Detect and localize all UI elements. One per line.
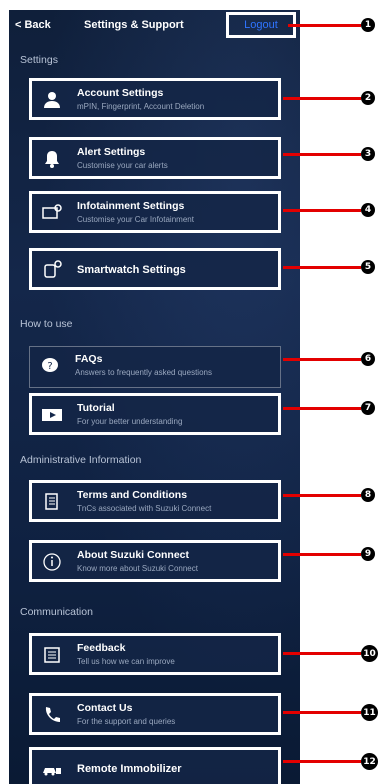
card-subtitle: Customise your car alerts — [77, 161, 168, 170]
card-title: Alert Settings — [77, 146, 146, 158]
card-title: Remote Immobilizer — [77, 763, 182, 775]
callout-line — [283, 266, 361, 269]
callout-line — [283, 153, 361, 156]
callout-line — [283, 553, 361, 556]
callout-line — [283, 358, 361, 361]
callout-line — [283, 97, 361, 100]
card-title: Tutorial — [77, 402, 115, 414]
callout-badge: 6 — [361, 352, 375, 366]
svg-text:?: ? — [47, 361, 52, 372]
callout-badge: 1 — [361, 18, 375, 32]
alert-settings-card[interactable]: Alert Settings Customise your car alerts — [29, 137, 281, 179]
callout-line — [283, 494, 361, 497]
bell-icon — [42, 149, 62, 169]
card-subtitle: For the support and queries — [77, 717, 176, 726]
info-icon — [42, 552, 62, 572]
account-settings-card[interactable]: Account Settings mPIN, Fingerprint, Acco… — [29, 78, 281, 120]
feedback-card[interactable]: Feedback Tell us how we can improve — [29, 633, 281, 675]
infotainment-icon — [42, 203, 62, 223]
callout-badge: 3 — [361, 147, 375, 161]
about-card[interactable]: About Suzuki Connect Know more about Suz… — [29, 540, 281, 582]
section-communication: Communication — [20, 606, 93, 618]
car-lock-icon — [42, 759, 62, 779]
callout-badge: 8 — [361, 488, 375, 502]
card-title: Account Settings — [77, 87, 164, 99]
card-title: Contact Us — [77, 702, 133, 714]
faq-icon: ? — [40, 356, 60, 376]
callout-line — [283, 652, 361, 655]
infotainment-settings-card[interactable]: Infotainment Settings Customise your Car… — [29, 191, 281, 233]
callout-line — [288, 24, 361, 27]
contact-card[interactable]: Contact Us For the support and queries — [29, 693, 281, 735]
callout-badge: 10 — [361, 645, 378, 662]
document-icon — [42, 492, 62, 512]
back-button[interactable]: < Back — [15, 19, 51, 31]
app-screen: < Back Settings & Support Logout Setting… — [9, 10, 300, 784]
callout-line — [283, 760, 361, 763]
card-title: FAQs — [75, 353, 103, 365]
callout-badge: 4 — [361, 203, 375, 217]
callout-badge: 7 — [361, 401, 375, 415]
feedback-icon — [42, 645, 62, 665]
callout-badge: 9 — [361, 547, 375, 561]
page-title: Settings & Support — [84, 19, 184, 31]
header-bar: < Back Settings & Support Logout — [9, 10, 300, 40]
card-subtitle: Answers to frequently asked questions — [75, 368, 212, 377]
card-title: Terms and Conditions — [77, 489, 188, 501]
card-title: Infotainment Settings — [77, 200, 185, 212]
card-title: Smartwatch Settings — [77, 264, 186, 276]
card-subtitle: For your better understanding — [77, 417, 183, 426]
phone-icon — [42, 705, 62, 725]
tutorial-card[interactable]: Tutorial For your better understanding — [29, 393, 281, 435]
callout-badge: 5 — [361, 260, 375, 274]
callout-line — [283, 209, 361, 212]
callout-badge: 11 — [361, 704, 378, 721]
callout-badge: 12 — [361, 753, 378, 770]
card-subtitle: Tell us how we can improve — [77, 657, 175, 666]
account-icon — [42, 90, 62, 110]
terms-card[interactable]: Terms and Conditions TnCs associated wit… — [29, 480, 281, 522]
card-subtitle: mPIN, Fingerprint, Account Deletion — [77, 102, 205, 111]
callout-badge: 2 — [361, 91, 375, 105]
smartwatch-settings-card[interactable]: Smartwatch Settings — [29, 248, 281, 290]
card-title: About Suzuki Connect — [77, 549, 189, 561]
callout-line — [283, 711, 361, 714]
section-settings: Settings — [20, 54, 58, 66]
logout-button[interactable]: Logout — [226, 12, 296, 38]
faqs-card[interactable]: ? FAQs Answers to frequently asked quest… — [29, 346, 281, 388]
card-subtitle: Know more about Suzuki Connect — [77, 564, 198, 573]
remote-immobilizer-card[interactable]: Remote Immobilizer — [29, 747, 281, 784]
card-subtitle: TnCs associated with Suzuki Connect — [77, 504, 212, 513]
section-how-to-use: How to use — [20, 318, 73, 330]
section-admin: Administrative Information — [20, 454, 142, 466]
callout-line — [283, 407, 361, 410]
smartwatch-icon — [42, 260, 62, 280]
play-icon — [42, 405, 62, 425]
card-subtitle: Customise your Car Infotainment — [77, 215, 194, 224]
card-title: Feedback — [77, 642, 126, 654]
